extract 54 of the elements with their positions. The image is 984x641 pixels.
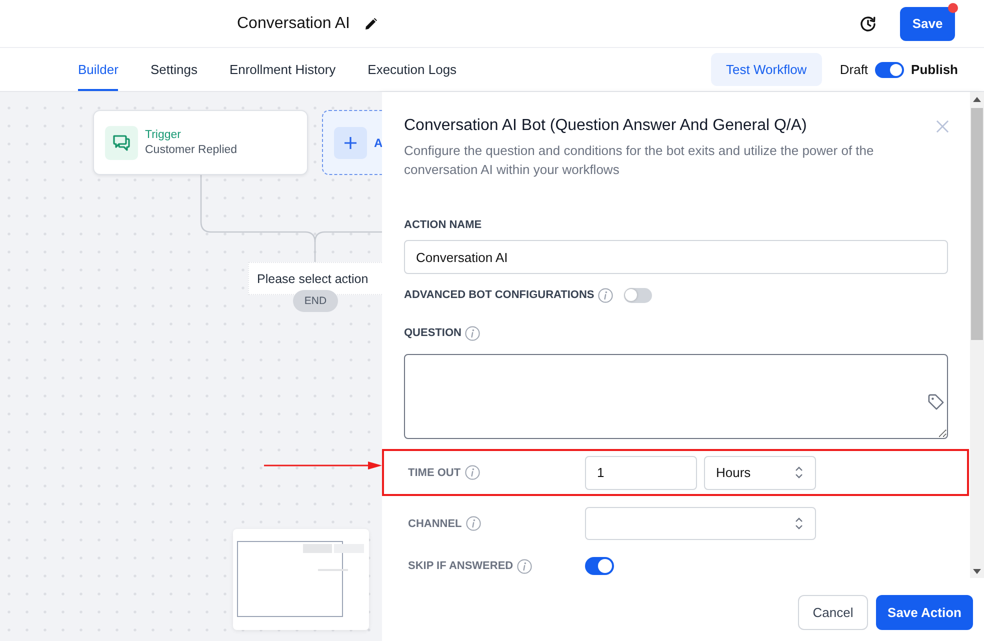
question-field[interactable] — [404, 354, 948, 439]
trigger-title: Trigger — [145, 129, 182, 141]
unit-select[interactable]: Hours — [704, 456, 816, 490]
history-icon[interactable] — [859, 14, 877, 32]
minimap-viewport[interactable] — [237, 541, 343, 617]
field-label: QUESTION — [404, 327, 462, 339]
scrollbar-thumb[interactable] — [971, 108, 983, 340]
toggle-switch[interactable] — [624, 288, 652, 302]
chevron-updown-icon — [795, 517, 803, 530]
add-node-label: A — [374, 136, 382, 150]
workflow-title: Conversation AI — [237, 14, 350, 32]
minimap[interactable] — [233, 529, 369, 630]
tab[interactable]: Enrollment History — [229, 48, 336, 91]
draft-label: Draft — [840, 62, 868, 77]
info-icon[interactable] — [465, 326, 480, 340]
minimap-node — [303, 544, 332, 553]
panel-title: Conversation AI Bot (Question Answer And General Q/A) — [404, 117, 807, 135]
select-action-tooltip: Please select action — [248, 262, 382, 295]
info-icon[interactable] — [464, 465, 480, 480]
trigger-subtitle: Customer Replied — [145, 144, 238, 156]
field-label: ADVANCED BOT CONFIGURATIONS — [404, 289, 594, 301]
scroll-up-icon[interactable] — [973, 97, 981, 102]
add-trigger-node[interactable]: A — [322, 110, 382, 175]
channel-select[interactable] — [585, 507, 816, 540]
chat-bubbles-icon — [105, 126, 138, 160]
field-label: CHANNEL — [408, 518, 462, 530]
save-action-button[interactable]: Save Action — [876, 595, 973, 630]
tab[interactable]: Settings — [150, 48, 198, 91]
chevron-updown-icon — [795, 466, 803, 479]
scroll-down-icon[interactable] — [973, 569, 981, 574]
publish-label: Publish — [911, 62, 958, 77]
toggle-switch[interactable] — [585, 557, 614, 575]
publish-toggle[interactable] — [875, 62, 904, 78]
minimap-node — [334, 544, 364, 553]
end-node: END — [293, 290, 338, 312]
info-icon[interactable] — [598, 288, 614, 302]
plus-icon — [334, 126, 367, 158]
panel-description: Configure the question and conditions for the bot exits and utilize the power of the conversation AI within your workflows — [404, 142, 875, 179]
field-label: TIME OUT — [408, 466, 461, 478]
info-icon[interactable] — [517, 558, 532, 574]
tag-icon[interactable] — [928, 394, 944, 410]
scrollbar-track[interactable] — [970, 92, 984, 578]
trigger-node[interactable]: Trigger Customer Replied — [93, 110, 308, 175]
timeout-input[interactable]: 1 — [585, 456, 697, 490]
info-icon[interactable] — [466, 516, 481, 531]
action-name-input[interactable]: Conversation AI — [404, 240, 948, 274]
field-label: SKIP IF ANSWERED — [408, 560, 514, 572]
test-workflow-button[interactable]: Test Workflow — [710, 53, 822, 86]
save-button[interactable]: Save — [900, 6, 955, 40]
cancel-button[interactable]: Cancel — [798, 595, 868, 630]
tab[interactable]: Execution Logs — [368, 48, 457, 91]
pencil-icon[interactable] — [364, 18, 377, 30]
field-label: ACTION NAME — [404, 219, 482, 231]
close-icon[interactable] — [936, 120, 949, 132]
